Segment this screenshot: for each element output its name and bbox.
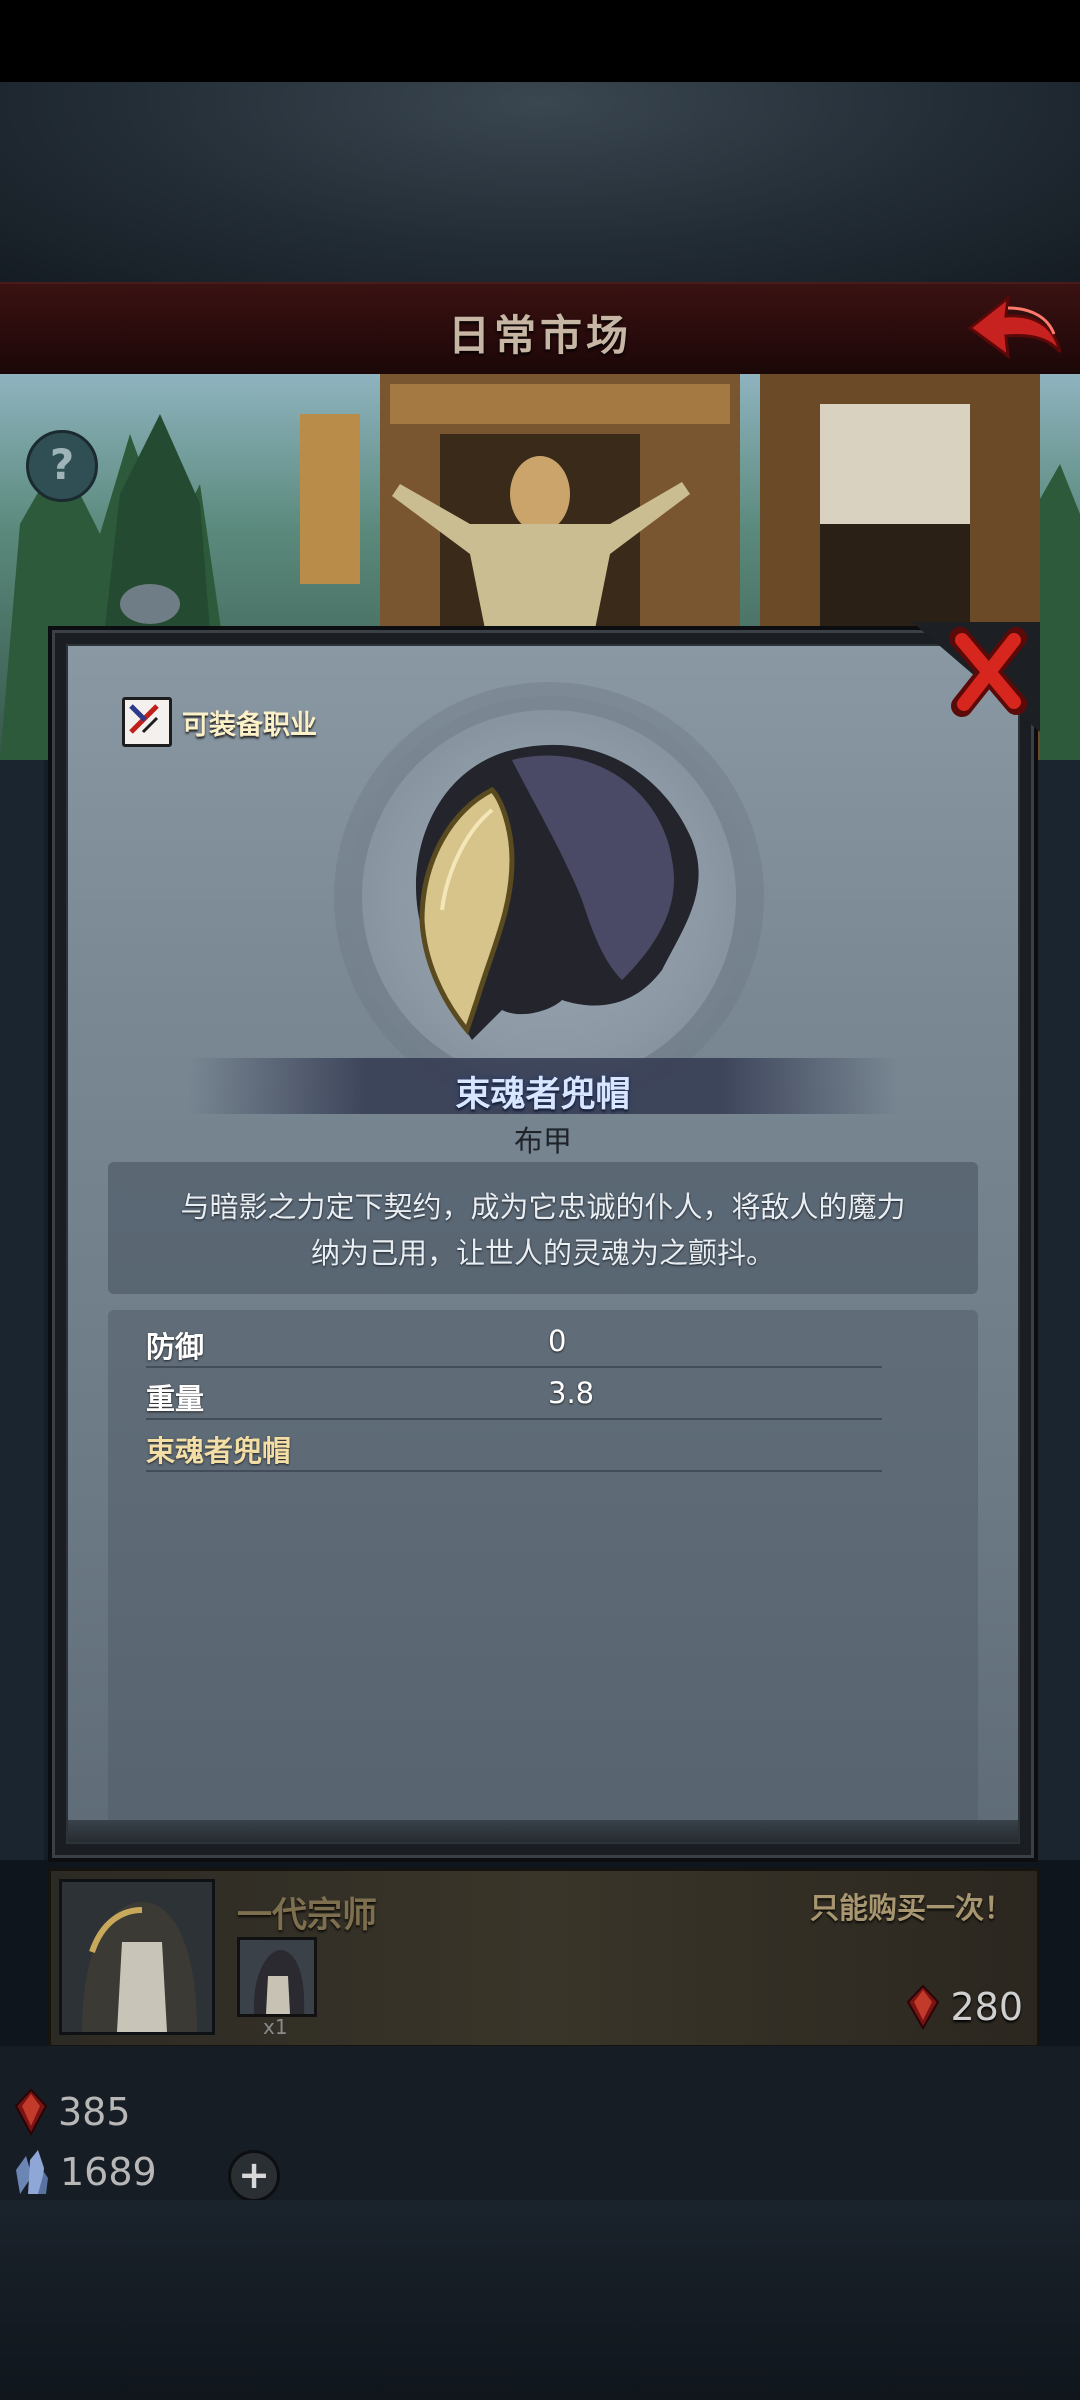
- offer-card[interactable]: 一代宗师 只能购买一次！ x1 280: [48, 1868, 1040, 2048]
- help-icon: ?: [49, 440, 75, 489]
- help-button[interactable]: ?: [26, 430, 98, 502]
- crystal-icon: [16, 2150, 48, 2194]
- page-title: 日常市场: [447, 311, 632, 360]
- set-name-row: 束魂者兜帽: [146, 1420, 882, 1472]
- hood-icon: [416, 744, 699, 1040]
- top-background: [0, 82, 1080, 282]
- stat-label: 防御: [146, 1330, 205, 1364]
- stat-value: 0: [548, 1324, 567, 1358]
- offer-limit: 只能购买一次！: [809, 1891, 1013, 1925]
- offer-price: 280: [906, 1983, 1023, 2031]
- add-currency-button[interactable]: +: [228, 2150, 280, 2202]
- close-button[interactable]: [912, 622, 1040, 732]
- offer-price-value: 280: [950, 1985, 1023, 2029]
- grandmaster-portrait-icon: [62, 1882, 212, 2032]
- description-text: 与暗影之力定下契约，成为它忠诚的仆人，将敌人的魔力 纳为己用，让世人的灵魂为之颤…: [158, 1184, 928, 1276]
- stats-box: 防御 0 重量 3.8 束魂者兜帽: [108, 1310, 978, 1826]
- ruby-currency: 385: [14, 2084, 131, 2140]
- item-emblem: [362, 710, 736, 1084]
- status-strip: [0, 0, 1080, 82]
- stat-label: 重量: [146, 1382, 205, 1416]
- description-box: 与暗影之力定下契约，成为它忠诚的仆人，将敌人的魔力 纳为己用，让世人的灵魂为之颤…: [108, 1162, 978, 1294]
- description-line: 与暗影之力定下契约，成为它忠诚的仆人，将敌人的魔力: [180, 1190, 906, 1224]
- description-line: 纳为己用，让世人的灵魂为之颤抖。: [310, 1236, 775, 1270]
- currency-bar: [0, 2046, 1080, 2200]
- ruby-amount: 385: [58, 2090, 131, 2134]
- stat-value: 3.8: [548, 1376, 595, 1410]
- right-edge-decor: [1036, 760, 1080, 1860]
- ruby-gem-icon: [14, 2088, 48, 2136]
- dialog-panel: 可装备职业 束魂者兜帽 布甲 与暗影之力定下契约，成为它忠诚的仆人，将敌人的魔力…: [66, 644, 1020, 1844]
- back-arrow-icon: [967, 294, 1062, 360]
- bottom-background: [0, 2200, 1080, 2400]
- header-bar: 日常市场: [0, 282, 1080, 379]
- offer-item-thumbnail: [237, 1937, 317, 2017]
- crystal-amount: 1689: [60, 2150, 157, 2194]
- offer-portrait: [59, 1879, 215, 2035]
- back-button[interactable]: [962, 290, 1066, 370]
- item-detail-dialog: 可装备职业 束魂者兜帽 布甲 与暗影之力定下契约，成为它忠诚的仆人，将敌人的魔力…: [48, 622, 1040, 1862]
- equip-class-tag[interactable]: 可装备职业: [122, 697, 317, 747]
- stat-row-weight: 重量 3.8: [146, 1368, 882, 1420]
- hood-thumb-icon: [240, 1940, 314, 2014]
- offer-quantity: x1: [263, 2015, 288, 2039]
- ruby-gem-icon: [907, 1984, 940, 2030]
- crystal-currency: 1689: [14, 2144, 157, 2200]
- offer-title: 一代宗师: [237, 1896, 378, 1936]
- plus-icon: +: [238, 2153, 270, 2197]
- set-name: 束魂者兜帽: [146, 1434, 292, 1468]
- close-icon: [912, 622, 1040, 732]
- left-edge-decor: [0, 760, 44, 1860]
- class-label: 可装备职业: [182, 709, 317, 741]
- stat-row-defense: 防御 0: [146, 1316, 882, 1368]
- item-name: 束魂者兜帽: [455, 1075, 631, 1115]
- class-icon: [122, 697, 172, 747]
- item-type: 布甲: [513, 1124, 572, 1158]
